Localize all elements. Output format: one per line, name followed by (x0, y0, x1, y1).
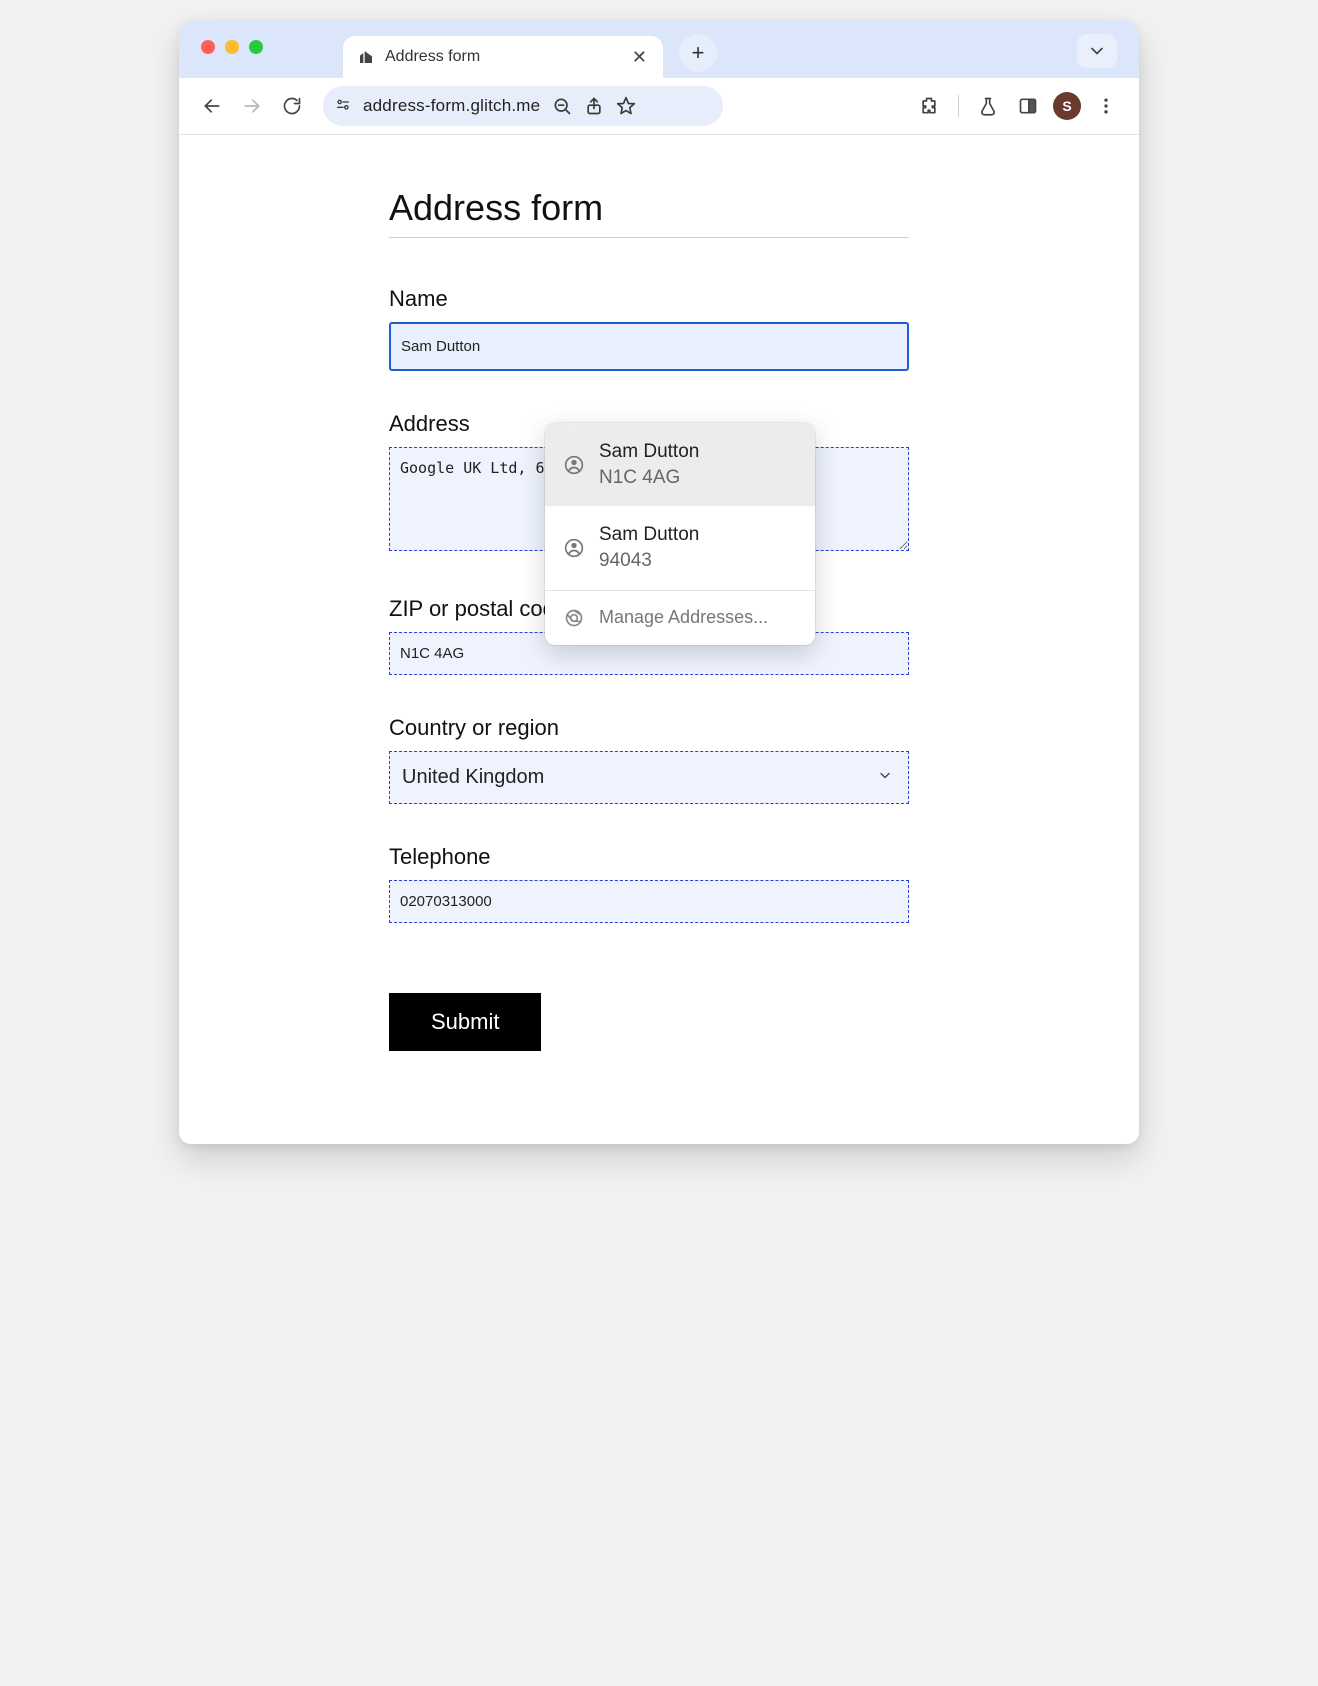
labs-icon[interactable] (973, 91, 1003, 121)
autofill-manage-label: Manage Addresses... (599, 607, 768, 628)
share-icon[interactable] (584, 96, 604, 116)
autofill-suggestion-1[interactable]: Sam Dutton 94043 (545, 506, 815, 589)
browser-tab[interactable]: Address form ✕ (343, 36, 663, 78)
autofill-suggestion-0[interactable]: Sam Dutton N1C 4AG (545, 423, 815, 506)
titlebar: Address form ✕ + (179, 20, 1139, 78)
autofill-dropdown: Sam Dutton N1C 4AG Sam Dutton 94043 (545, 423, 815, 645)
back-button[interactable] (197, 91, 227, 121)
site-info-icon[interactable] (335, 98, 351, 114)
bookmark-star-icon[interactable] (616, 96, 636, 116)
browser-window: Address form ✕ + address-form.glitch.me (179, 20, 1139, 1144)
tab-title: Address form (385, 48, 620, 66)
fullscreen-window-button[interactable] (249, 40, 263, 54)
avatar-initial: S (1062, 98, 1071, 114)
phone-label: Telephone (389, 844, 909, 870)
autofill-name-1: Sam Dutton (599, 522, 699, 548)
profile-avatar[interactable]: S (1053, 92, 1081, 120)
country-label: Country or region (389, 715, 909, 741)
close-window-button[interactable] (201, 40, 215, 54)
autofill-detail-0: N1C 4AG (599, 465, 699, 491)
tab-strip: Address form ✕ + (343, 20, 717, 78)
chrome-icon (563, 607, 585, 629)
kebab-menu-icon[interactable] (1091, 91, 1121, 121)
address-bar[interactable]: address-form.glitch.me (323, 86, 723, 126)
field-phone: Telephone (389, 844, 909, 923)
new-tab-button[interactable]: + (679, 34, 717, 72)
name-input[interactable] (389, 322, 909, 371)
country-select[interactable]: United Kingdom (389, 751, 909, 804)
reload-button[interactable] (277, 91, 307, 121)
minimize-window-button[interactable] (225, 40, 239, 54)
forward-button[interactable] (237, 91, 267, 121)
submit-button[interactable]: Submit (389, 993, 541, 1051)
form-container: Address form Name Address Google UK Ltd,… (389, 187, 909, 1051)
title-rule (389, 237, 909, 238)
person-icon (563, 537, 585, 559)
autofill-manage-button[interactable]: Manage Addresses... (545, 591, 815, 645)
name-label: Name (389, 286, 909, 312)
field-address: Address Google UK Ltd, 6 Sam Dutton N1C … (389, 411, 909, 556)
person-icon (563, 454, 585, 476)
tab-favicon-icon (357, 48, 375, 66)
field-name: Name (389, 286, 909, 371)
tabs-overflow-button[interactable] (1077, 34, 1117, 68)
url-text: address-form.glitch.me (363, 96, 540, 116)
browser-toolbar: address-form.glitch.me S (179, 78, 1139, 134)
panel-icon[interactable] (1013, 91, 1043, 121)
toolbar-separator (958, 95, 959, 117)
autofill-detail-1: 94043 (599, 548, 699, 574)
zoom-icon[interactable] (552, 96, 572, 116)
window-controls (201, 40, 263, 54)
tab-close-button[interactable]: ✕ (630, 47, 649, 68)
autofill-name-0: Sam Dutton (599, 439, 699, 465)
phone-input[interactable] (389, 880, 909, 923)
page-viewport: Address form Name Address Google UK Ltd,… (179, 134, 1139, 1144)
field-country: Country or region United Kingdom (389, 715, 909, 804)
page-title: Address form (389, 187, 909, 229)
extensions-icon[interactable] (914, 91, 944, 121)
